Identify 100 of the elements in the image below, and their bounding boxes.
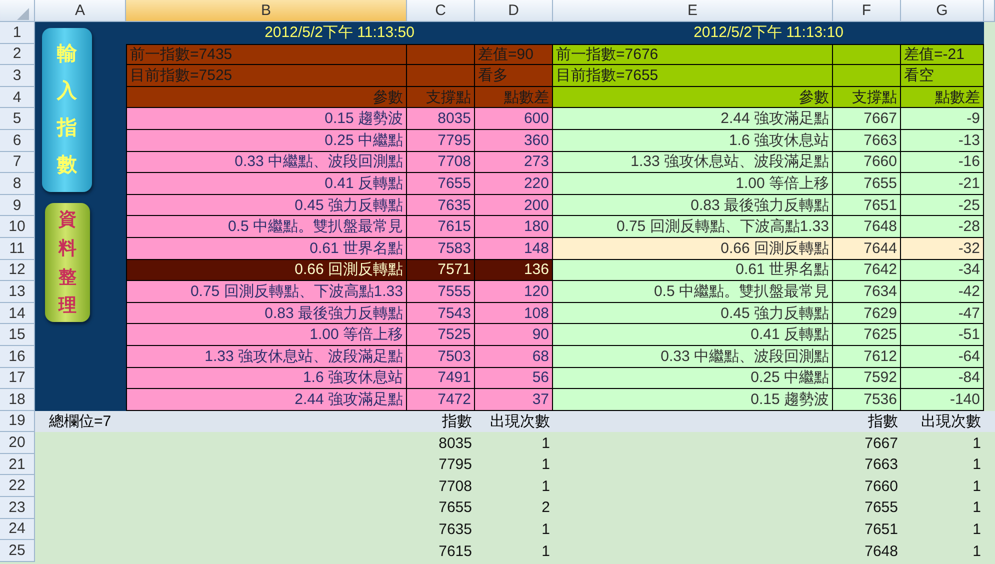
table-cell: -25: [901, 194, 984, 216]
table-cell: 7660: [833, 152, 901, 174]
table-cell-text: 1: [540, 520, 551, 540]
table-cell: 0.25 中繼點: [553, 368, 833, 390]
table-cell-text: 2: [540, 498, 551, 518]
row-header[interactable]: 9: [0, 194, 35, 216]
table-cell: 148: [475, 238, 553, 260]
table-cell: 360: [475, 130, 553, 152]
table-cell: 看多: [475, 65, 553, 87]
table-cell: 0.45 強力反轉點: [126, 194, 407, 216]
row-header[interactable]: 10: [0, 216, 35, 238]
table-cell: 參數: [126, 86, 407, 108]
table-cell: 1.00 等倍上移: [553, 173, 833, 195]
table-cell-text: 7708: [438, 476, 473, 497]
table-cell-text: 1: [972, 455, 982, 476]
table-cell: 8035: [407, 108, 475, 130]
table-cell: 600: [475, 108, 553, 130]
table-cell: 1.00 等倍上移: [126, 324, 407, 346]
column-header[interactable]: B: [126, 0, 407, 22]
table-cell-text: 7663: [864, 455, 899, 476]
row-header[interactable]: 22: [0, 475, 35, 498]
column-header[interactable]: [984, 0, 995, 22]
table-cell: 2.44 強攻滿足點: [126, 389, 407, 411]
table-cell: 0.5 中繼點。雙扒盤最常見: [126, 216, 407, 238]
column-header[interactable]: A: [35, 0, 126, 22]
table-cell: 0.33 中繼點、波段回測點: [126, 152, 407, 174]
table-cell: 7634: [833, 281, 901, 303]
table-cell: 108: [475, 302, 553, 324]
row-header[interactable]: 15: [0, 324, 35, 346]
table-cell: 7491: [407, 368, 475, 390]
table-cell: 180: [475, 216, 553, 238]
column-header[interactable]: E: [553, 0, 833, 22]
table-cell-text: 1: [540, 434, 551, 454]
table-cell: 看空: [901, 65, 984, 87]
table-cell: 0.25 中繼點: [126, 130, 407, 152]
table-cell: 支撐點: [833, 86, 901, 108]
table-cell-text: 1: [540, 542, 551, 562]
table-cell: 7642: [833, 260, 901, 282]
row-header[interactable]: 21: [0, 454, 35, 476]
table-cell: 7571: [407, 260, 475, 282]
row-header[interactable]: 1: [0, 22, 35, 44]
table-cell: 點數差: [901, 86, 984, 108]
table-cell: 7472: [407, 389, 475, 411]
table-cell: 0.15 趨勢波: [553, 389, 833, 411]
table-cell: 7555: [407, 281, 475, 303]
row-header[interactable]: 25: [0, 540, 35, 562]
row-header[interactable]: 3: [0, 65, 35, 87]
row-header[interactable]: 16: [0, 346, 35, 368]
row-header[interactable]: 20: [0, 432, 35, 454]
table-cell: 0.75 回測反轉點、下波高點1.33: [553, 216, 833, 238]
table-cell-text: 1: [972, 498, 982, 518]
row-header[interactable]: 24: [0, 518, 35, 540]
row-header[interactable]: 13: [0, 281, 35, 303]
table-cell: 7795: [407, 130, 475, 152]
select-all-icon[interactable]: [17, 8, 29, 20]
table-cell: 0.5 中繼點。雙扒盤最常見: [553, 281, 833, 303]
row-header[interactable]: 8: [0, 173, 35, 195]
row-header[interactable]: 5: [0, 108, 35, 130]
table-cell: -42: [901, 281, 984, 303]
table-cell: 1.33 強攻休息站、波段滿足點: [553, 152, 833, 174]
column-label: 出現次數: [475, 410, 553, 432]
row-header[interactable]: 23: [0, 497, 35, 519]
table-cell: 0.15 趨勢波: [126, 108, 407, 130]
table-cell: -9: [901, 108, 984, 130]
row-header[interactable]: 12: [0, 260, 35, 282]
table-cell: 支撐點: [407, 86, 475, 108]
row-header[interactable]: 17: [0, 368, 35, 390]
table-cell: [984, 410, 995, 432]
table-cell: [407, 65, 475, 87]
table-cell: 68: [475, 346, 553, 368]
table-cell: 200: [475, 194, 553, 216]
row-header[interactable]: 11: [0, 238, 35, 260]
table-cell: [833, 65, 901, 87]
row-header[interactable]: 18: [0, 389, 35, 411]
row-header[interactable]: 6: [0, 130, 35, 152]
table-cell: 0.61 世界名點: [126, 238, 407, 260]
row-header[interactable]: 19: [0, 410, 35, 432]
column-header[interactable]: G: [901, 0, 984, 22]
table-cell: 0.61 世界名點: [553, 260, 833, 282]
table-cell: 點數差: [475, 86, 553, 108]
table-cell-text: 1: [972, 520, 982, 540]
column-header[interactable]: D: [475, 0, 553, 22]
table-cell-text: 7648: [864, 542, 899, 562]
table-cell: 差值=90: [475, 44, 553, 66]
table-cell: 前一指數=7676: [553, 44, 833, 66]
row-header[interactable]: 2: [0, 44, 35, 66]
table-cell-text: 1: [540, 476, 551, 497]
row-header[interactable]: 4: [0, 86, 35, 108]
table-cell: 目前指數=7655: [553, 65, 833, 87]
table-cell: 7651: [833, 194, 901, 216]
column-header[interactable]: C: [407, 0, 475, 22]
table-cell-text: 7660: [864, 476, 899, 497]
row-header[interactable]: 7: [0, 152, 35, 174]
table-cell: 7655: [407, 173, 475, 195]
table-cell: -140: [901, 389, 984, 411]
row-header[interactable]: 14: [0, 302, 35, 324]
column-header[interactable]: F: [833, 0, 901, 22]
table-cell-text: 7655: [864, 498, 899, 518]
table-cell: -84: [901, 368, 984, 390]
table-cell-text: 7795: [438, 455, 473, 476]
